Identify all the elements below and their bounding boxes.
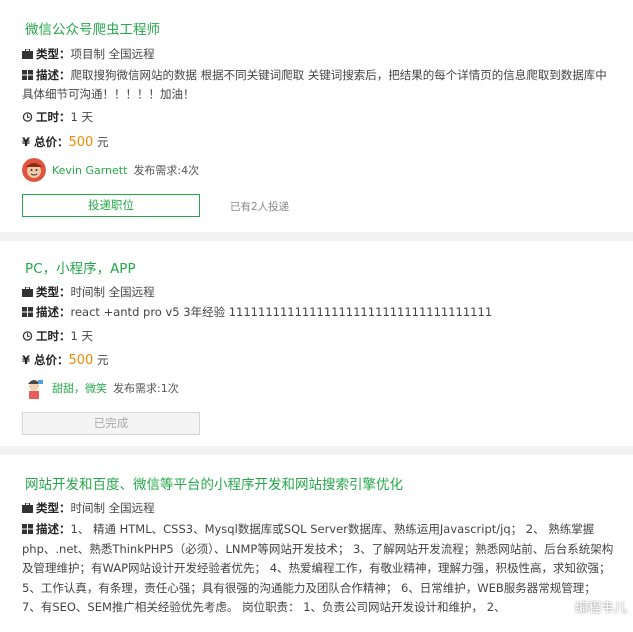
price-unit: 元 <box>97 135 109 149</box>
price-value: 500 <box>68 135 94 150</box>
poster-row: Kevin Garnett 发布需求:4次 <box>22 157 199 183</box>
total-label: 总价： <box>34 353 69 367</box>
poster-name[interactable]: 甜甜，微笑 <box>52 380 107 396</box>
avatar[interactable] <box>22 376 46 400</box>
watermark-text: 编程韦儿 <box>574 601 627 616</box>
job-hours-row: 工时：1 天 <box>22 327 615 346</box>
watermark: 编程韦儿 <box>554 597 627 616</box>
total-label: 总价： <box>34 135 69 149</box>
job-card: PC，小程序，APP 类型：时间制 全国远程 描述：react +antd pr… <box>0 241 633 446</box>
yen-icon: ¥ <box>22 135 35 149</box>
desc-label: 描述： <box>36 305 71 319</box>
type-label: 类型： <box>36 47 71 61</box>
briefcase-icon <box>22 287 33 297</box>
bid-count: 已有2人投递 <box>230 201 290 213</box>
type-label: 类型： <box>36 285 71 299</box>
desc-label: 描述： <box>36 522 71 536</box>
grid-icon <box>22 307 33 317</box>
job-desc-row: 描述：1、 精通 HTML、CSS3、Mysql数据库或SQL Server数据… <box>22 520 615 618</box>
job-type-row: 类型：时间制 全国远程 <box>22 499 615 518</box>
type-value: 时间制 全国远程 <box>70 501 155 515</box>
type-label: 类型： <box>36 501 71 515</box>
desc-value: 爬取搜狗微信网站的数据 根据不同关键词爬取 关键词搜索后，把结果的每个详情页的信… <box>22 68 607 101</box>
grid-icon <box>22 524 33 534</box>
posted-count: 发布需求:1次 <box>113 382 179 395</box>
desc-label: 描述： <box>36 68 71 82</box>
posted-count: 发布需求:4次 <box>133 164 200 177</box>
job-title[interactable]: 网站开发和百度、微信等平台的小程序开发和网站搜索引擎优化 <box>25 473 403 493</box>
hours-label: 工时： <box>36 329 71 343</box>
job-card: 网站开发和百度、微信等平台的小程序开发和网站搜索引擎优化 类型：时间制 全国远程… <box>0 455 633 632</box>
job-price-row: ¥ 总价：500 元 <box>22 351 615 370</box>
job-desc-row: 描述：爬取搜狗微信网站的数据 根据不同关键词爬取 关键词搜索后，把结果的每个详情… <box>22 66 615 104</box>
job-price-row: ¥ 总价：500 元 <box>22 133 615 152</box>
hours-label: 工时： <box>36 110 71 124</box>
job-hours-row: 工时：1 天 <box>22 108 615 127</box>
apply-button[interactable]: 投递职位 <box>22 194 200 217</box>
completed-button[interactable]: 已完成 <box>22 412 200 435</box>
desc-value: 1、 精通 HTML、CSS3、Mysql数据库或SQL Server数据库、熟… <box>22 522 614 614</box>
job-type-row: 类型：项目制 全国远程 <box>22 45 615 64</box>
briefcase-icon <box>22 49 33 59</box>
hours-value: 1 天 <box>70 110 93 124</box>
job-type-row: 类型：时间制 全国远程 <box>22 283 615 302</box>
price-unit: 元 <box>97 353 109 367</box>
clock-icon <box>22 331 33 341</box>
avatar[interactable] <box>22 158 46 182</box>
job-card: 微信公众号爬虫工程师 类型：项目制 全国远程 描述：爬取搜狗微信网站的数据 根据… <box>0 0 633 232</box>
poster-row: 甜甜，微笑 发布需求:1次 <box>22 375 179 401</box>
job-desc-row: 描述：react +antd pro v5 3年经验 1111111111111… <box>22 303 615 322</box>
type-value: 项目制 全国远程 <box>70 47 155 61</box>
grid-icon <box>22 70 33 80</box>
job-title[interactable]: PC，小程序，APP <box>25 257 136 277</box>
desc-value: react +antd pro v5 3年经验 1111111111111111… <box>70 305 493 319</box>
wechat-icon <box>554 599 571 613</box>
poster-name[interactable]: Kevin Garnett <box>52 164 127 177</box>
hours-value: 1 天 <box>70 329 93 343</box>
price-value: 500 <box>68 353 94 368</box>
type-value: 时间制 全国远程 <box>70 285 155 299</box>
clock-icon <box>22 112 33 122</box>
yen-icon: ¥ <box>22 353 35 367</box>
briefcase-icon <box>22 503 33 513</box>
job-title[interactable]: 微信公众号爬虫工程师 <box>25 18 160 38</box>
